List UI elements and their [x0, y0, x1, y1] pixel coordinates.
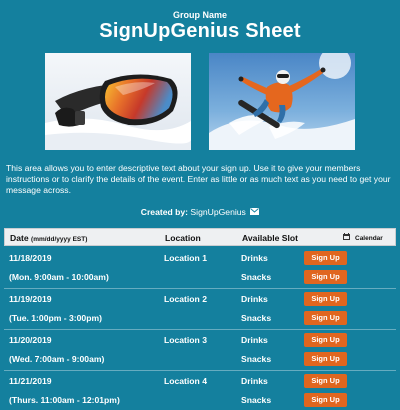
sign-up-description: This area allows you to enter descriptiv…	[6, 163, 391, 195]
slot-date: 11/19/2019	[9, 294, 52, 304]
sign-up-button[interactable]: Sign Up	[304, 270, 347, 284]
sign-up-button[interactable]: Sign Up	[304, 352, 347, 366]
table-row: 11/19/2019 Location 2 Drinks Sign Up	[4, 290, 396, 309]
available-slot-column-header: Available Slot	[242, 233, 299, 243]
creator-name: SignUpGenius	[190, 207, 246, 217]
date-format-label: (mm/dd/yyyy EST)	[31, 236, 88, 243]
sign-up-button[interactable]: Sign Up	[304, 311, 347, 325]
slot-name: Drinks	[241, 376, 268, 386]
sign-up-button[interactable]: Sign Up	[304, 374, 347, 388]
sign-up-button[interactable]: Sign Up	[304, 251, 347, 265]
sign-up-button[interactable]: Sign Up	[304, 292, 347, 306]
slot-time: (Mon. 9:00am - 10:00am)	[9, 272, 109, 282]
created-by-label: Created by:	[140, 207, 189, 217]
slot-name: Drinks	[241, 335, 268, 345]
table-row: (Mon. 9:00am - 10:00am) Snacks Sign Up	[4, 268, 396, 287]
slot-location: Location 3	[164, 335, 207, 345]
table-row: (Thurs. 11:00am - 12:01pm) Snacks Sign Up	[4, 391, 396, 410]
slot-name: Drinks	[241, 253, 268, 263]
slot-time: (Tue. 1:00pm - 3:00pm)	[9, 313, 102, 323]
snowboarder-photo	[209, 53, 355, 150]
goggles-photo	[45, 53, 191, 150]
table-row: (Tue. 1:00pm - 3:00pm) Snacks Sign Up	[4, 309, 396, 328]
calendar-link[interactable]: Calendar	[343, 233, 383, 243]
calendar-icon	[343, 233, 350, 242]
slot-time: (Wed. 7:00am - 9:00am)	[9, 354, 105, 364]
created-by: Created by: SignUpGenius	[0, 207, 400, 218]
slot-name: Snacks	[241, 313, 272, 323]
slot-name: Snacks	[241, 272, 272, 282]
sign-up-button[interactable]: Sign Up	[304, 333, 347, 347]
slot-date: 11/21/2019	[9, 376, 52, 386]
slot-location: Location 1	[164, 253, 207, 263]
row-divider	[4, 370, 396, 371]
sign-up-button[interactable]: Sign Up	[304, 393, 347, 407]
slot-date: 11/20/2019	[9, 335, 52, 345]
slot-name: Snacks	[241, 354, 272, 364]
table-row: (Wed. 7:00am - 9:00am) Snacks Sign Up	[4, 350, 396, 369]
row-divider	[4, 329, 396, 330]
goggles-image	[45, 53, 191, 150]
calendar-label: Calendar	[355, 235, 383, 243]
table-header: Date (mm/dd/yyyy EST) Location Available…	[4, 228, 396, 246]
date-column-header: Date (mm/dd/yyyy EST)	[10, 233, 87, 243]
slot-date: 11/18/2019	[9, 253, 52, 263]
snowboarder-image	[209, 53, 355, 150]
group-name: Group Name	[172, 10, 227, 20]
table-row: 11/21/2019 Location 4 Drinks Sign Up	[4, 372, 396, 391]
slot-name: Drinks	[241, 294, 268, 304]
row-divider	[4, 288, 396, 289]
slot-location: Location 4	[164, 376, 207, 386]
date-header-label: Date	[10, 233, 29, 243]
location-column-header: Location	[165, 233, 201, 243]
table-row: 11/20/2019 Location 3 Drinks Sign Up	[4, 331, 396, 350]
table-row: 11/18/2019 Location 1 Drinks Sign Up	[4, 249, 396, 268]
envelope-icon[interactable]	[250, 207, 260, 217]
signup-table: Date (mm/dd/yyyy EST) Location Available…	[4, 228, 396, 407]
slot-location: Location 2	[164, 294, 207, 304]
page-title: SignUpGenius Sheet	[99, 20, 301, 42]
